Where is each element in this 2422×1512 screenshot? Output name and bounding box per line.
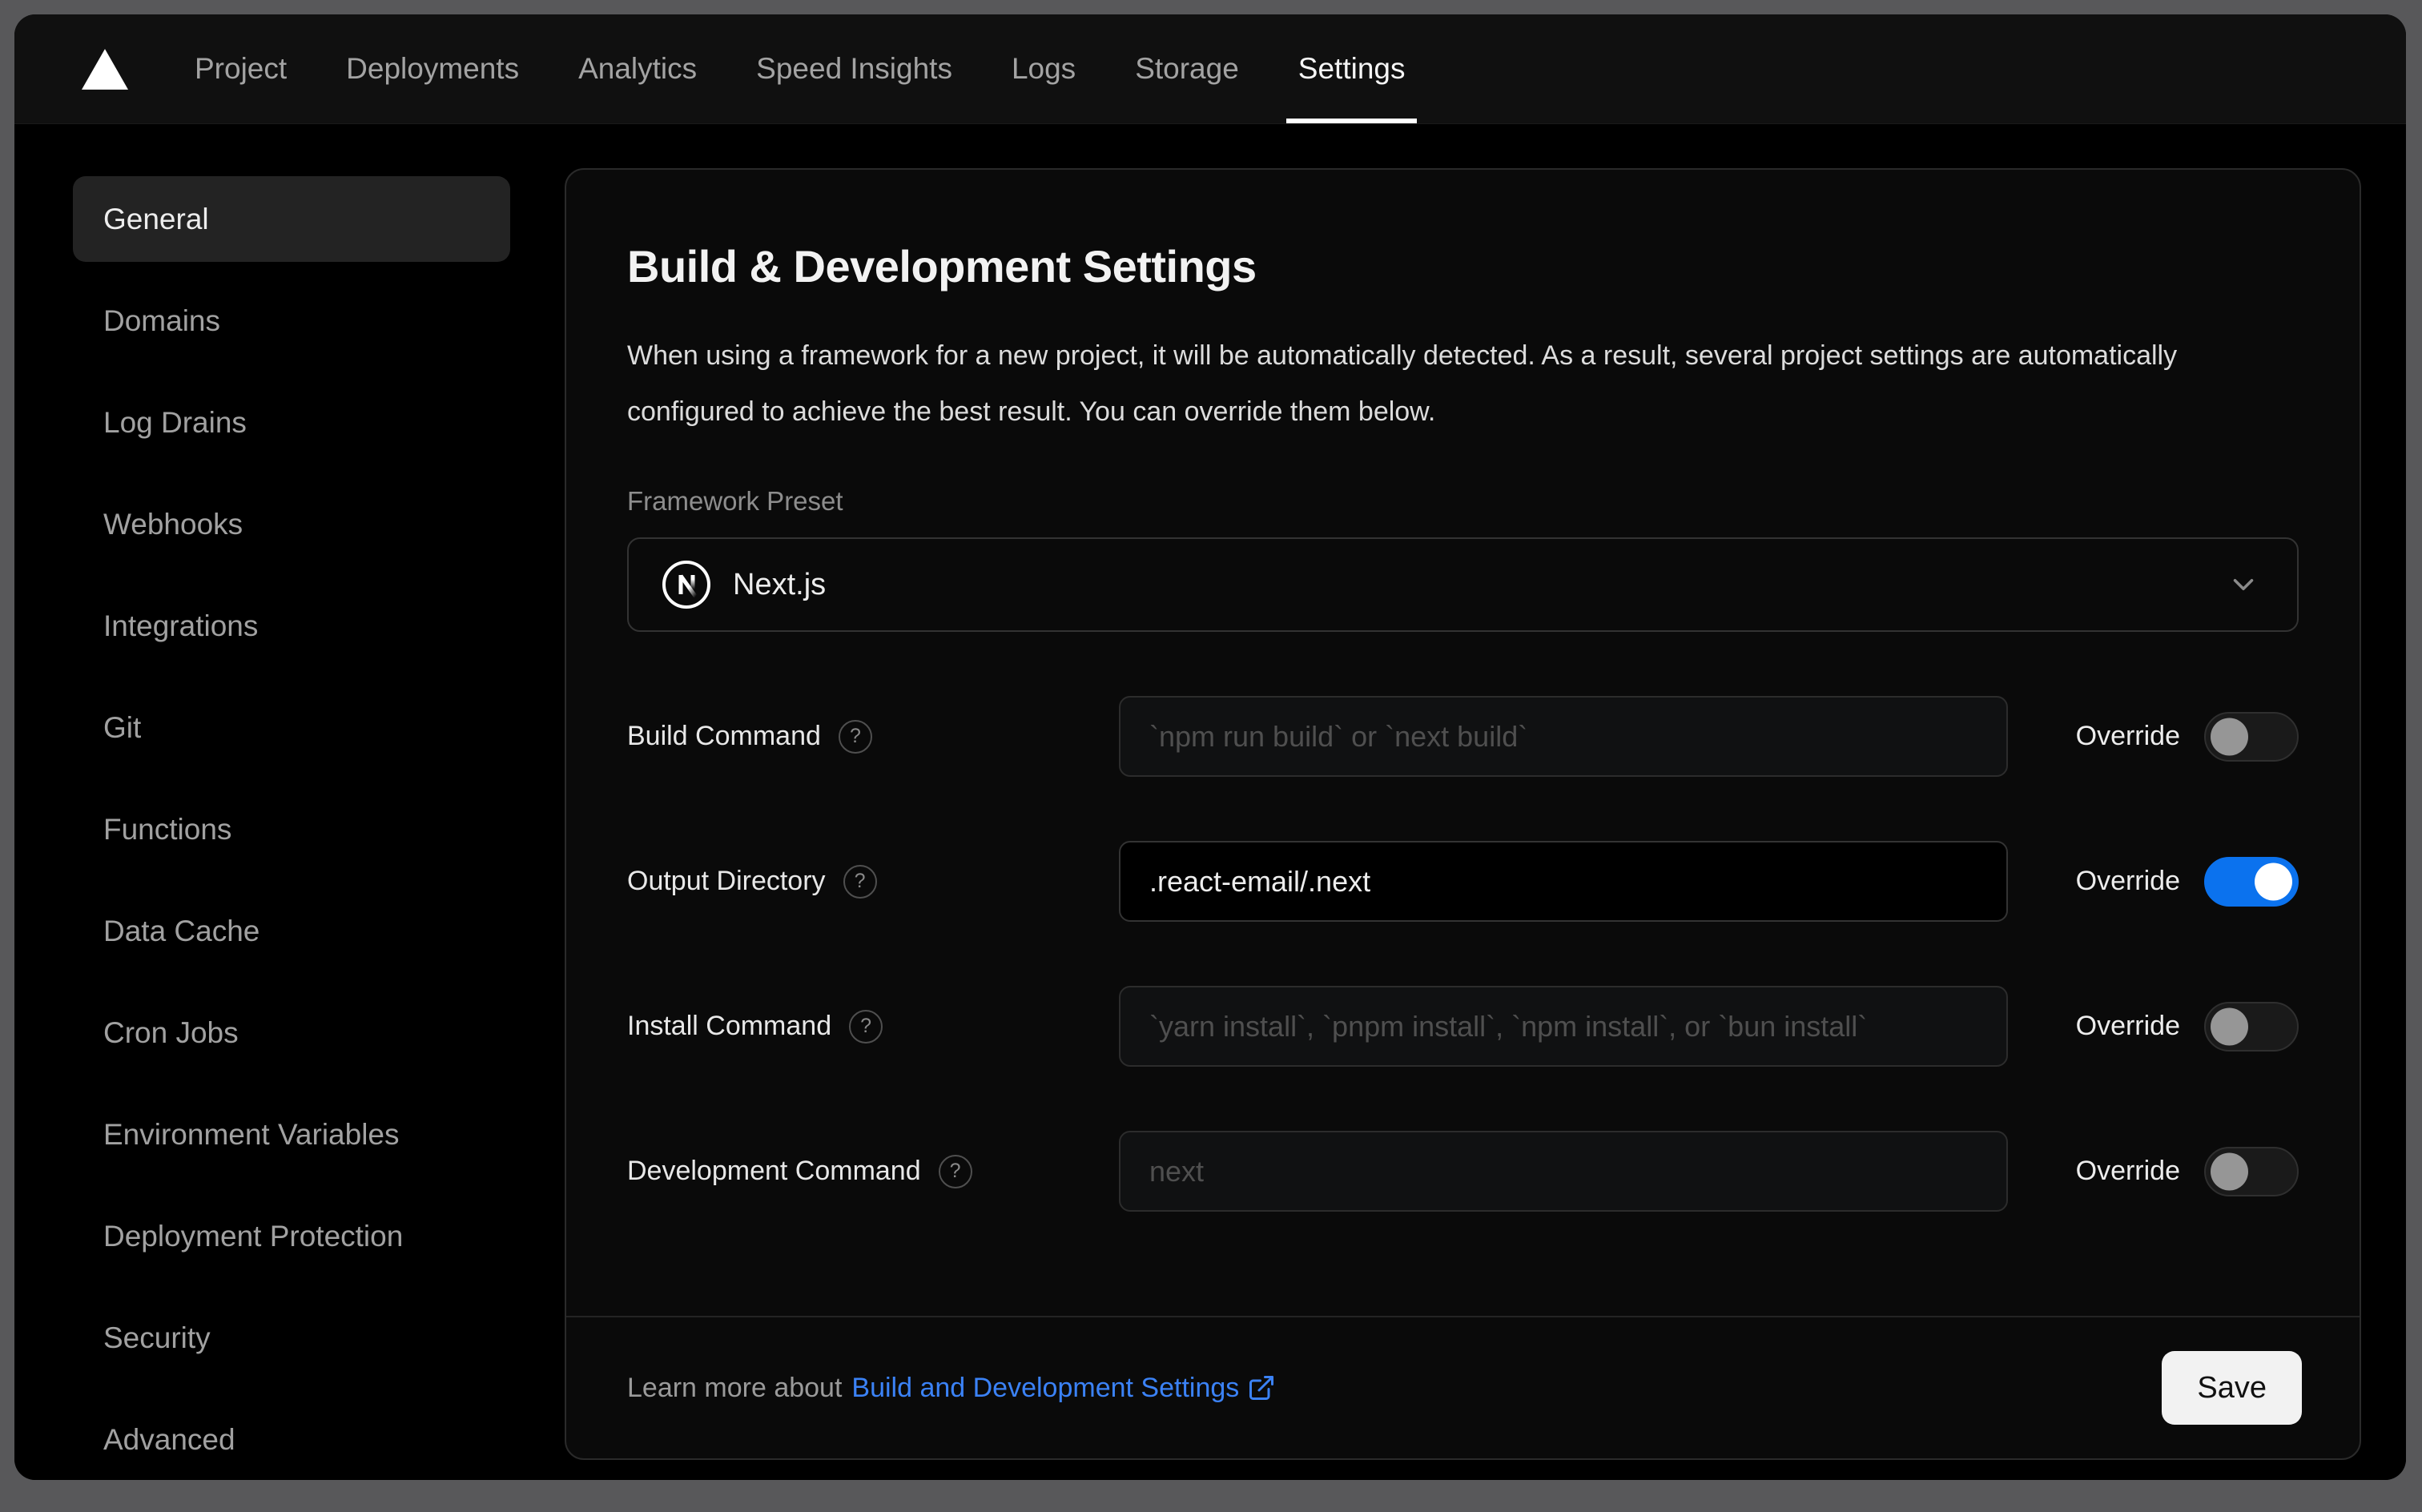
framework-preset-select[interactable]: Next.js (627, 537, 2299, 632)
vercel-logo-icon[interactable] (82, 48, 128, 90)
development-command-row: Development Command ? Override (627, 1131, 2299, 1212)
output-directory-row: Output Directory ? Override (627, 841, 2299, 922)
settings-sidebar: General Domains Log Drains Webhooks Inte… (14, 124, 565, 1480)
toggle-knob (2255, 863, 2292, 900)
sidebar-item-git[interactable]: Git (73, 685, 510, 770)
tab-settings[interactable]: Settings (1269, 14, 1435, 123)
build-settings-docs-link[interactable]: Build and Development Settings (851, 1373, 1276, 1404)
build-command-override-toggle[interactable] (2204, 711, 2299, 762)
output-directory-label: Output Directory (627, 866, 826, 896)
section-description: When using a framework for a new project… (627, 340, 2178, 427)
build-settings-card: Build & Development Settings When using … (565, 168, 2361, 1460)
sidebar-item-environment-variables[interactable]: Environment Variables (73, 1092, 510, 1177)
sidebar-item-log-drains[interactable]: Log Drains (73, 380, 510, 465)
override-label: Override (2075, 721, 2180, 751)
development-command-input[interactable] (1119, 1131, 2008, 1212)
sidebar-item-security[interactable]: Security (73, 1295, 510, 1381)
sidebar-item-general[interactable]: General (73, 176, 510, 262)
override-label: Override (2075, 866, 2180, 896)
build-command-input[interactable] (1119, 696, 2008, 777)
sidebar-item-cron-jobs[interactable]: Cron Jobs (73, 990, 510, 1076)
top-nav: Project Deployments Analytics Speed Insi… (14, 14, 2406, 124)
help-icon[interactable]: ? (938, 1154, 972, 1188)
install-command-input[interactable] (1119, 986, 2008, 1067)
sidebar-item-deployment-protection[interactable]: Deployment Protection (73, 1193, 510, 1279)
save-button[interactable]: Save (2162, 1351, 2302, 1425)
install-command-label: Install Command (627, 1011, 832, 1041)
sidebar-item-webhooks[interactable]: Webhooks (73, 481, 510, 567)
framework-preset-value: Next.js (733, 567, 827, 601)
build-command-label: Build Command (627, 721, 821, 751)
sidebar-item-advanced[interactable]: Advanced (73, 1397, 510, 1480)
sidebar-item-domains[interactable]: Domains (73, 278, 510, 364)
help-icon[interactable]: ? (838, 719, 872, 754)
toggle-knob (2211, 1152, 2248, 1190)
page-title: Build & Development Settings (627, 241, 1257, 292)
override-label: Override (2075, 1156, 2180, 1186)
development-command-label: Development Command (627, 1156, 921, 1186)
sidebar-item-functions[interactable]: Functions (73, 786, 510, 872)
tab-analytics[interactable]: Analytics (549, 14, 726, 123)
install-command-row: Install Command ? Override (627, 986, 2299, 1067)
tab-storage[interactable]: Storage (1105, 14, 1269, 123)
tab-project[interactable]: Project (165, 14, 316, 123)
tab-speed-insights[interactable]: Speed Insights (726, 14, 982, 123)
nextjs-logo-icon (661, 559, 712, 610)
toggle-knob (2211, 718, 2248, 755)
output-directory-input[interactable] (1119, 841, 2008, 922)
tab-deployments[interactable]: Deployments (316, 14, 549, 123)
sidebar-item-data-cache[interactable]: Data Cache (73, 888, 510, 974)
tab-logs[interactable]: Logs (982, 14, 1105, 123)
learn-more-text: Learn more about (627, 1372, 843, 1403)
card-footer: Learn more about Build and Development S… (566, 1316, 2360, 1458)
toggle-knob (2211, 1007, 2248, 1045)
sidebar-item-integrations[interactable]: Integrations (73, 583, 510, 669)
framework-preset-label: Framework Preset (627, 486, 843, 516)
output-directory-override-toggle[interactable] (2204, 856, 2299, 907)
external-link-icon (1247, 1373, 1276, 1402)
app-window: Project Deployments Analytics Speed Insi… (14, 14, 2406, 1480)
development-command-override-toggle[interactable] (2204, 1146, 2299, 1196)
help-icon[interactable]: ? (843, 864, 877, 899)
chevron-down-icon (2227, 568, 2260, 601)
override-label: Override (2075, 1011, 2180, 1041)
nav-tabs: Project Deployments Analytics Speed Insi… (165, 14, 1434, 123)
docs-link-label: Build and Development Settings (851, 1372, 1240, 1403)
install-command-override-toggle[interactable] (2204, 1001, 2299, 1052)
help-icon[interactable]: ? (849, 1009, 883, 1044)
build-command-row: Build Command ? Override (627, 696, 2299, 777)
